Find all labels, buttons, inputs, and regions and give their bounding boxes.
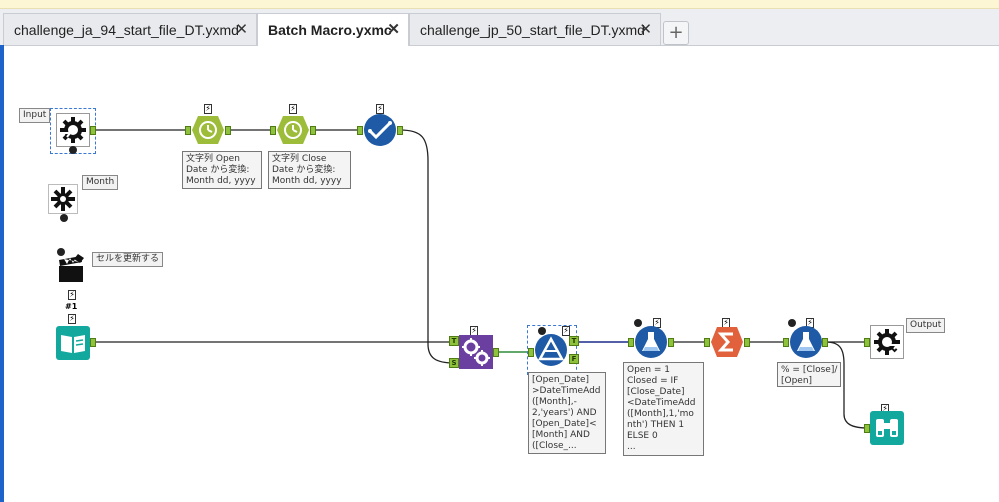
close-icon[interactable]: ✕ <box>235 20 248 38</box>
output-anchor[interactable] <box>225 126 231 135</box>
gear-icon <box>60 214 68 222</box>
tool-id-badge: #1 <box>65 302 78 311</box>
input-anchor[interactable] <box>357 126 363 135</box>
binoculars-icon <box>870 411 904 445</box>
filter-annotation: [Open_Date] >DateTimeAdd ([Month],- 2,'y… <box>528 372 606 454</box>
formula-tool-percent[interactable] <box>789 325 823 359</box>
tab-label: challenge_ja_94_start_file_DT.yxmd <box>14 22 239 38</box>
text-input-tool[interactable] <box>56 326 90 360</box>
select-check-icon <box>364 114 396 146</box>
input-anchor[interactable] <box>783 338 789 347</box>
input-anchor[interactable] <box>185 126 191 135</box>
tab-label: challenge_jp_50_start_file_DT.yxmd <box>420 22 645 38</box>
tab-batch-macro[interactable]: Batch Macro.yxmc ✕ <box>257 13 409 46</box>
formula-tool-open-closed[interactable] <box>634 325 668 359</box>
alteryx-designer-window: challenge_ja_94_start_file_DT.yxmd ✕ Bat… <box>0 0 999 502</box>
lightning-icon: ⚡ <box>68 314 76 324</box>
output-anchor[interactable] <box>668 338 674 347</box>
datetime-tool-close[interactable] <box>276 113 310 147</box>
filter-triangle-icon <box>535 334 567 366</box>
datetime-icon <box>277 116 309 144</box>
workflow-canvas[interactable]: Input ⚡ 文字列 Open Date から変換: Month dd, yy… <box>4 46 999 502</box>
tab-challenge-jp-50[interactable]: challenge_jp_50_start_file_DT.yxmd ✕ <box>409 13 661 45</box>
join-input-anchor-s[interactable]: S <box>449 358 459 368</box>
filter-true-anchor[interactable]: T <box>569 336 579 346</box>
output-anchor[interactable] <box>310 126 316 135</box>
input-anchor[interactable] <box>628 338 634 347</box>
output-anchor[interactable] <box>90 126 96 135</box>
control-parameter-tool[interactable] <box>48 184 82 218</box>
input-anchor[interactable] <box>704 338 710 347</box>
filter-tool[interactable] <box>534 333 568 367</box>
input-label: Input <box>19 108 51 123</box>
output-anchor[interactable] <box>822 338 828 347</box>
sigma-icon <box>711 327 743 357</box>
output-anchor[interactable] <box>493 348 499 357</box>
datetime-open-annotation: 文字列 Open Date から変換: Month dd, yyyy <box>182 151 262 189</box>
gear-icon <box>69 146 77 154</box>
datetime-close-annotation: 文字列 Close Date から変換: Month dd, yyyy <box>268 151 351 189</box>
macro-input-tool[interactable] <box>56 113 90 147</box>
month-label: Month <box>82 175 119 190</box>
add-tab-button[interactable]: + <box>663 21 689 45</box>
formula-percent-annotation: % = [Close]/ [Open] <box>777 362 841 387</box>
output-anchor[interactable] <box>397 126 403 135</box>
book-icon <box>56 326 90 360</box>
select-tool[interactable] <box>363 113 397 147</box>
wire-select-to-join[interactable] <box>399 129 455 364</box>
input-anchor[interactable] <box>528 348 534 357</box>
gear-icon <box>48 184 78 214</box>
input-anchor[interactable] <box>270 126 276 135</box>
flask-icon <box>635 326 667 358</box>
input-anchor[interactable] <box>864 338 870 347</box>
macro-output-icon <box>870 325 904 359</box>
datetime-tool-open[interactable] <box>191 113 225 147</box>
filter-false-anchor[interactable]: F <box>569 354 579 364</box>
flask-icon <box>790 326 822 358</box>
append-fields-tool[interactable] <box>459 335 493 369</box>
macro-output-tool[interactable] <box>870 325 904 359</box>
datetime-icon <box>192 116 224 144</box>
connection-wires <box>94 129 869 429</box>
clapperboard-icon <box>59 254 84 282</box>
tab-challenge-ja-94[interactable]: challenge_ja_94_start_file_DT.yxmd ✕ <box>3 13 257 45</box>
action-tool[interactable] <box>56 254 90 288</box>
output-anchor[interactable] <box>744 338 750 347</box>
macro-input-icon <box>56 113 90 147</box>
tab-label: Batch Macro.yxmc <box>268 22 392 38</box>
close-icon[interactable]: ✕ <box>387 20 400 38</box>
browse-tool[interactable] <box>870 411 904 445</box>
output-anchor[interactable] <box>90 338 96 347</box>
join-gears-icon <box>459 335 493 369</box>
summarize-tool[interactable] <box>710 325 744 359</box>
title-strip <box>0 0 999 9</box>
close-icon[interactable]: ✕ <box>639 20 652 38</box>
update-cell-label: セルを更新する <box>92 252 164 267</box>
output-label: Output <box>906 318 946 333</box>
formula-open-closed-annotation: Open = 1 Closed = IF [Close_Date] <DateT… <box>623 362 704 456</box>
tab-bar: challenge_ja_94_start_file_DT.yxmd ✕ Bat… <box>0 9 999 46</box>
input-anchor[interactable] <box>864 424 870 433</box>
join-input-anchor-t[interactable]: T <box>449 336 459 346</box>
lightning-icon: ⚡ <box>68 290 76 300</box>
